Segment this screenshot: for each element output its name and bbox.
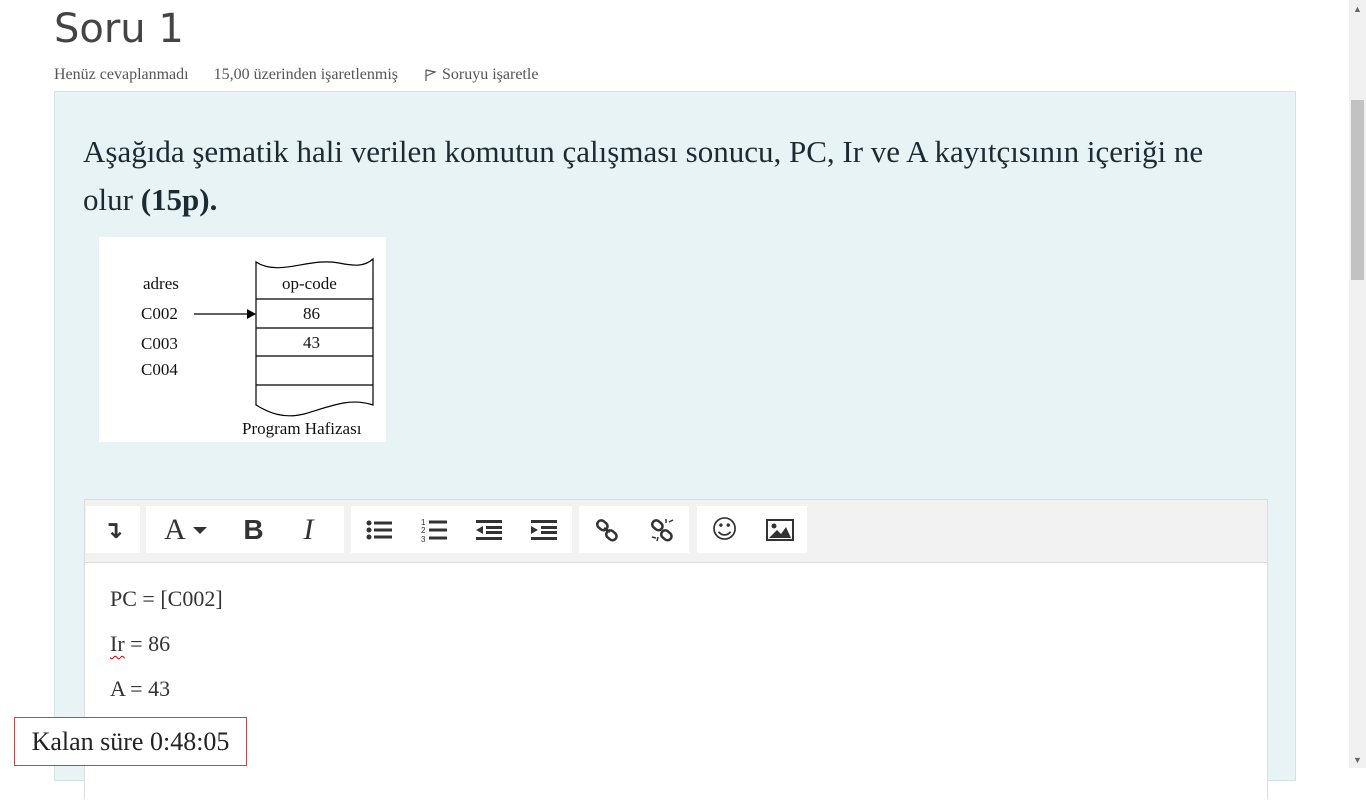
unordered-list-button[interactable] [351,506,406,553]
answer-status: Henüz cevaplanmadı [54,66,189,83]
answer-editor: ↴ A B I 1 2 3 ☺ PC = [C002] Ir = 86 A = … [84,499,1268,803]
indent-icon [530,519,557,540]
question-text: Aşağıda şematik hali verilen komutun çal… [83,128,1243,224]
font-style-button[interactable]: A [146,506,226,553]
address-c002: C002 [141,304,178,323]
flag-question-label[interactable]: Soruyu işaretle [442,66,538,84]
memory-value-86: 86 [303,304,320,323]
answer-line-ir: Ir = 86 [110,631,170,657]
address-header: adres [143,274,179,293]
memory-value-43: 43 [303,333,320,352]
memory-header: op-code [282,274,337,293]
scrollbar-thumb[interactable] [1351,100,1364,280]
image-button[interactable] [752,506,807,553]
unordered-list-icon [366,520,392,539]
editor-content-area[interactable]: PC = [C002] Ir = 86 A = 43 [85,562,1267,803]
scroll-down-arrow[interactable]: ▼ [1349,751,1366,768]
font-color-icon: A [164,512,186,546]
page-scrollbar[interactable]: ▲ ▼ [1349,0,1366,768]
ordered-list-icon: 1 2 3 [421,518,447,543]
toolbar-group-links [579,506,689,553]
toolbar-group-lists: 1 2 3 [351,506,572,553]
answer-line-pc: PC = [C002] [110,586,223,611]
bold-button[interactable]: B [226,506,281,553]
image-icon [765,518,794,541]
question-meta: Henüz cevaplanmadı 15,00 üzerinden işare… [54,66,538,84]
program-memory-diagram: adres op-code C002 C003 C004 86 43 Progr… [99,237,386,442]
outdent-button[interactable] [461,506,516,553]
svg-text:3: 3 [421,535,426,543]
question-text-main: Aşağıda şematik hali verilen komutun çal… [83,134,1204,217]
outdent-icon [475,519,502,540]
answer-line-ir-value: = 86 [124,631,171,656]
answer-line-a: A = 43 [110,676,171,701]
address-c003: C003 [141,334,178,353]
italic-button[interactable]: I [281,506,336,553]
link-icon [595,518,618,542]
time-remaining-box: Kalan süre 0:48:05 [14,717,247,766]
svg-text:2: 2 [421,526,426,535]
italic-icon: I [303,512,314,546]
ordered-list-button[interactable]: 1 2 3 [406,506,461,553]
bold-icon: B [243,513,264,545]
chevron-down-icon [192,526,207,534]
scroll-up-arrow[interactable]: ▲ [1349,0,1366,17]
emoji-icon: ☺ [710,514,739,545]
indent-button[interactable] [516,506,571,553]
question-title: Soru 1 [54,6,184,52]
question-content-box: Aşağıda şematik hali verilen komutun çal… [54,91,1296,803]
question-points: (15p). [140,182,218,217]
misspelled-word: Ir [110,631,125,656]
flag-icon [425,69,437,81]
collapse-icon: ↴ [102,515,124,544]
unlink-button[interactable] [634,506,689,553]
toolbar-group-collapse: ↴ [86,506,140,553]
collapse-toolbar-button[interactable]: ↴ [86,506,140,553]
question-marks: 15,00 üzerinden işaretlenmiş [213,66,398,83]
unlink-icon [650,518,673,542]
address-c004: C004 [141,360,178,379]
toolbar-group-style: A B I [146,506,344,553]
memory-caption: Program Hafizası [242,419,362,438]
toolbar-group-insert: ☺ [697,506,807,553]
pc-arrowhead [247,309,256,319]
link-button[interactable] [579,506,634,553]
flag-question-link[interactable]: Soruyu işaretle [423,66,538,84]
emoji-button[interactable]: ☺ [697,506,752,553]
